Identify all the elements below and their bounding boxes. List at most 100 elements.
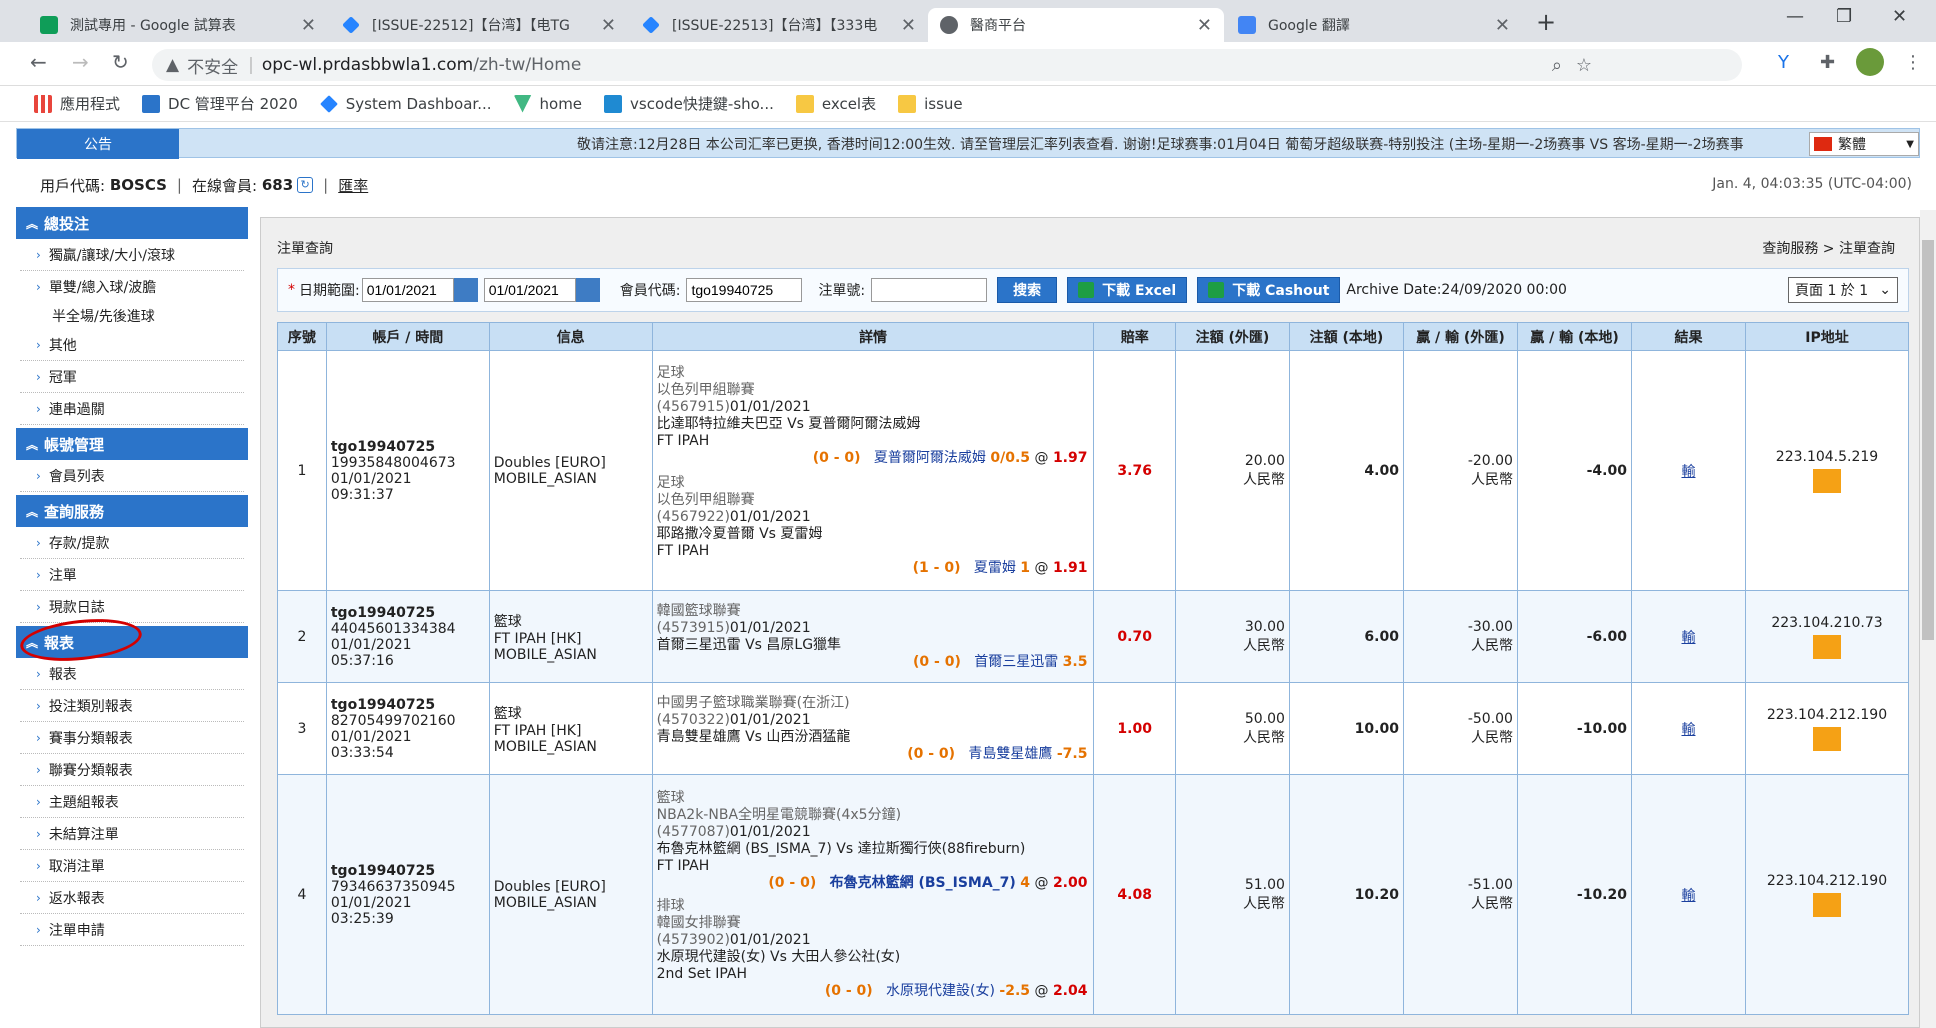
page-scrollbar[interactable] (1920, 210, 1936, 1028)
google-translate-icon (1238, 16, 1256, 34)
date-from-input[interactable] (361, 278, 454, 302)
calendar-icon[interactable] (575, 278, 600, 302)
col-header[interactable]: 賠率 (1093, 322, 1176, 351)
puzzle-icon[interactable]: ✚ (1820, 52, 1835, 73)
search-button[interactable]: 搜索 (997, 277, 1058, 303)
bookmark-dc[interactable]: DC 管理平台 2020 (142, 93, 298, 114)
sidebar-item[interactable]: › 連串過關 (20, 393, 244, 425)
browser-tab[interactable]: Google 翻譯 ✕ (1226, 8, 1522, 42)
browser-tab-active[interactable]: 醫商平台 ✕ (928, 8, 1224, 42)
ip-location-icon[interactable] (1813, 726, 1841, 751)
page-select[interactable]: 頁面 1 於 1 ⌄ (1788, 277, 1898, 303)
sidebar-section-accounts[interactable]: ︽ 帳號管理 (16, 428, 248, 460)
window-close-icon[interactable]: ✕ (1892, 6, 1907, 27)
bookmark-apps[interactable]: 應用程式 (34, 93, 120, 114)
exchange-rate-link[interactable]: 匯率 (338, 175, 368, 196)
sidebar-item[interactable]: 半全場/先後進球 (20, 303, 244, 329)
download-cashout-button[interactable]: 下載 Cashout (1197, 277, 1341, 303)
col-header[interactable]: 贏 / 輸 (本地) (1516, 322, 1632, 351)
sidebar-item[interactable]: › 未結算注單 (20, 818, 244, 850)
avatar[interactable] (1856, 48, 1884, 76)
sidebar-item[interactable]: › 現款日誌 (20, 591, 244, 623)
scrollbar-thumb[interactable] (1922, 240, 1934, 640)
col-header[interactable]: 帳戶 / 時間 (325, 322, 490, 351)
menu-icon[interactable]: ⋮ (1904, 52, 1922, 73)
sidebar-item[interactable]: › 獨贏/讓球/大小/滾球 (20, 239, 244, 271)
account-cell: tgo19940725 82705499702160 01/01/2021 03… (325, 682, 490, 775)
back-icon[interactable]: ← (30, 50, 47, 74)
bookmark-excel[interactable]: excel表 (795, 93, 876, 114)
date-to-input[interactable] (483, 278, 576, 302)
ip-location-icon[interactable] (1813, 892, 1841, 917)
sidebar-item[interactable]: › 冠軍 (20, 361, 244, 393)
ticket-no-input[interactable] (871, 278, 988, 302)
sidebar-item[interactable]: › 會員列表 (20, 460, 244, 492)
sidebar-item[interactable]: › 取消注單 (20, 850, 244, 882)
result-link[interactable]: 輸 (1681, 888, 1695, 904)
ip-location-icon[interactable] (1813, 468, 1841, 493)
language-select[interactable]: 繁體 ▼ (1809, 132, 1919, 156)
announcement-label[interactable]: 公告 (17, 129, 179, 159)
reload-icon[interactable]: ↻ (112, 50, 129, 74)
download-excel-button[interactable]: 下載 Excel (1067, 277, 1188, 303)
sidebar-item[interactable]: › 聯賽分類報表 (20, 754, 244, 786)
sidebar-item[interactable]: › 注單申請 (20, 914, 244, 946)
bookmark-star-icon[interactable]: ☆ (1576, 55, 1592, 76)
col-header[interactable]: 注額 (本地) (1288, 322, 1404, 351)
sidebar-item[interactable]: › 主題組報表 (20, 786, 244, 818)
bookmark-issue[interactable]: issue (898, 94, 963, 113)
member-code-input[interactable] (686, 278, 803, 302)
col-header[interactable]: IP地址 (1745, 322, 1909, 351)
minimize-icon[interactable]: — (1786, 6, 1804, 27)
new-tab-icon[interactable]: + (1536, 8, 1556, 36)
sidebar-item[interactable]: › 報表 (20, 658, 244, 690)
table-row: 4 tgo19940725 79346637350945 01/01/2021 … (277, 774, 1909, 1015)
close-icon[interactable]: ✕ (301, 15, 316, 36)
result-link[interactable]: 輸 (1681, 464, 1695, 480)
sidebar-section-bets[interactable]: ︽ 總投注 (16, 207, 248, 239)
result-link[interactable]: 輸 (1681, 722, 1695, 738)
close-icon[interactable]: ✕ (1495, 15, 1510, 36)
sidebar-item[interactable]: › 存款/提款 (20, 527, 244, 559)
sidebar-item[interactable]: › 返水報表 (20, 882, 244, 914)
close-icon[interactable]: ✕ (901, 15, 916, 36)
forward-icon[interactable]: → (72, 50, 89, 74)
ip-cell: 223.104.5.219 (1745, 350, 1909, 591)
bookmark-home[interactable]: home (513, 94, 582, 113)
main-panel: 注單查詢 查詢服務 > 注單查詢 * 日期範圍: 會員代碼: 注單號: 搜索 下… (260, 217, 1920, 1028)
sidebar-item[interactable]: › 賽事分類報表 (20, 722, 244, 754)
sidebar-item[interactable]: › 投注類別報表 (20, 690, 244, 722)
browser-tab[interactable]: [ISSUE-22513]【台湾】【333电 ✕ (630, 8, 928, 42)
col-header[interactable]: 序號 (277, 322, 327, 351)
extension-icon[interactable]: Y (1778, 52, 1789, 73)
sidebar-item[interactable]: › 其他 (20, 329, 244, 361)
browser-tab[interactable]: 測試專用 - Google 試算表 ✕ (28, 8, 328, 42)
col-header[interactable]: 注額 (外匯) (1174, 322, 1290, 351)
online-count: 683 (261, 176, 294, 194)
col-header[interactable]: 信息 (488, 322, 653, 351)
col-header[interactable]: 贏 / 輸 (外匯) (1402, 322, 1518, 351)
calendar-icon[interactable] (453, 278, 478, 302)
result-cell: 輸 (1630, 682, 1747, 775)
ip-location-icon[interactable] (1813, 634, 1841, 659)
url-input[interactable]: ▲ 不安全 | opc-wl.prdasbbwla1.com/zh-tw/Hom… (152, 49, 1742, 81)
col-header[interactable]: 詳情 (651, 322, 1095, 351)
folder-icon (898, 94, 917, 113)
zoom-icon[interactable]: ⌕ (1552, 55, 1562, 76)
bookmark-vscode[interactable]: vscode快捷鍵-sho... (604, 93, 774, 114)
sidebar-section-query[interactable]: ︽ 查詢服務 (16, 495, 248, 527)
close-icon[interactable]: ✕ (1197, 15, 1212, 36)
col-header[interactable]: 結果 (1630, 322, 1747, 351)
close-icon[interactable]: ✕ (601, 15, 616, 36)
chevron-down-icon: ▼ (1906, 138, 1914, 150)
wl-local-cell: -4.00 (1516, 350, 1632, 591)
sidebar-item[interactable]: › 單雙/總入球/波膽 (20, 271, 244, 303)
bookmark-dashboard[interactable]: System Dashboar... (319, 95, 492, 113)
chevron-right-icon: › (36, 858, 41, 873)
online-label: 在線會員: (191, 176, 258, 195)
refresh-icon[interactable]: ↻ (297, 177, 314, 193)
result-link[interactable]: 輸 (1681, 630, 1695, 646)
sidebar-item-bet-slips[interactable]: › 注單 (20, 559, 244, 591)
browser-tab[interactable]: [ISSUE-22512]【台湾】【电TG ✕ (330, 8, 628, 42)
restore-icon[interactable]: ❐ (1836, 6, 1852, 27)
